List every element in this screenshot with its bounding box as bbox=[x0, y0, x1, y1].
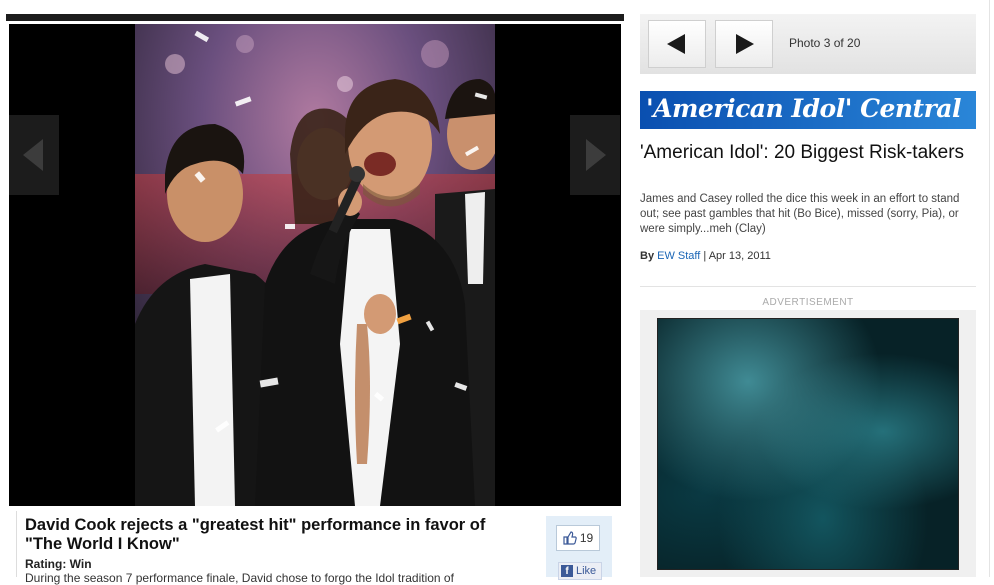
gallery-stage bbox=[9, 24, 621, 506]
facebook-like-label: Like bbox=[576, 565, 597, 577]
photo-counter: Photo 3 of 20 bbox=[789, 36, 861, 50]
chevron-left-icon bbox=[23, 139, 43, 171]
facebook-icon: f bbox=[561, 565, 573, 577]
advertisement-label: ADVERTISEMENT bbox=[762, 297, 854, 308]
divider bbox=[640, 286, 976, 287]
byline-date: Apr 13, 2011 bbox=[708, 250, 771, 262]
related-article-title[interactable]: 'American Idol': 20 Biggest Risk-takers bbox=[640, 142, 970, 164]
thumbs-up-counter[interactable]: 19 bbox=[556, 525, 600, 551]
byline-separator: | bbox=[703, 250, 707, 262]
caption-body: During the season 7 performance finale, … bbox=[25, 571, 454, 585]
byline-author-link[interactable]: EW Staff bbox=[657, 250, 700, 262]
photo-caption: David Cook rejects a "greatest hit" perf… bbox=[16, 511, 617, 585]
related-article-description: James and Casey rolled the dice this wee… bbox=[640, 193, 960, 235]
arrow-left-icon bbox=[667, 34, 685, 54]
photo-pager: Photo 3 of 20 bbox=[640, 14, 976, 74]
arrow-right-icon bbox=[736, 34, 754, 54]
gallery-photo bbox=[135, 24, 495, 506]
banner-text: 'American Idol' Central bbox=[646, 94, 961, 123]
advertisement-image[interactable] bbox=[657, 318, 959, 570]
byline-by-label: By bbox=[640, 250, 655, 262]
thumbs-up-icon bbox=[563, 531, 577, 545]
like-count: 19 bbox=[579, 531, 594, 545]
gallery-top-rule bbox=[6, 14, 624, 21]
social-box: 19 f Like bbox=[546, 516, 612, 580]
caption-title: David Cook rejects a "greatest hit" perf… bbox=[25, 516, 486, 553]
previous-photo-button[interactable] bbox=[648, 20, 706, 68]
byline: By EW Staff | Apr 13, 2011 bbox=[640, 250, 771, 262]
advertisement-box bbox=[640, 310, 976, 577]
gallery-next-overlay[interactable] bbox=[570, 115, 620, 195]
next-photo-button[interactable] bbox=[715, 20, 773, 68]
american-idol-central-banner[interactable]: 'American Idol' Central bbox=[640, 91, 976, 129]
chevron-right-icon bbox=[586, 139, 606, 171]
facebook-like-button[interactable]: f Like bbox=[558, 562, 602, 580]
gallery-prev-overlay[interactable] bbox=[9, 115, 59, 195]
caption-rating: Rating: Win bbox=[25, 557, 92, 571]
